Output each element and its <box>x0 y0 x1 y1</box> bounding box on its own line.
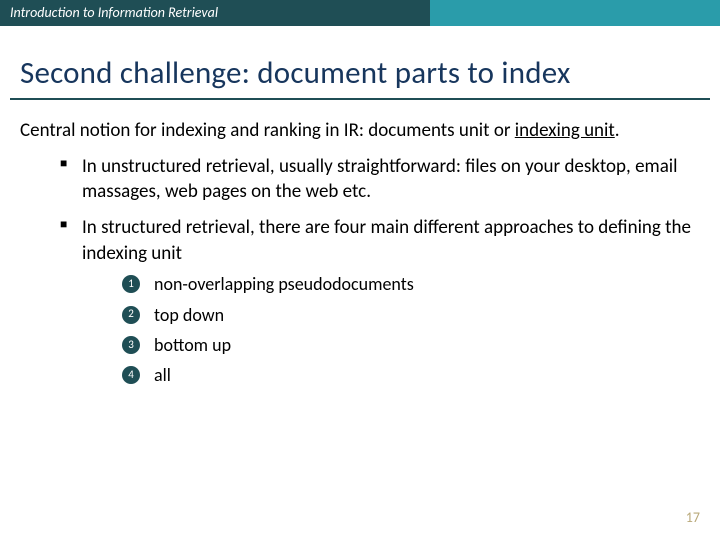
bullet-item: In unstructured retrieval, usually strai… <box>60 154 700 205</box>
course-title: Introduction to Information Retrieval <box>0 0 430 26</box>
list-item-label: top down <box>154 303 224 327</box>
list-item-label: all <box>154 363 171 387</box>
list-item-label: non-overlapping pseudodocuments <box>154 272 414 296</box>
list-item-label: bottom up <box>154 333 231 357</box>
bullet-item: In structured retrieval, there are four … <box>60 215 700 387</box>
top-bar: Introduction to Information Retrieval <box>0 0 720 26</box>
number-badge: 2 <box>122 306 140 324</box>
slide-title: Second challenge: document parts to inde… <box>20 54 700 92</box>
bullet-text: In unstructured retrieval, usually strai… <box>82 155 678 204</box>
intro-paragraph: Central notion for indexing and ranking … <box>20 118 700 144</box>
number-badge: 3 <box>122 336 140 354</box>
intro-pre: Central notion for indexing and ranking … <box>20 119 515 142</box>
top-bar-accent <box>430 0 720 26</box>
numbered-list: 1 non-overlapping pseudodocuments 2 top … <box>122 272 700 387</box>
intro-term: indexing unit <box>515 119 615 142</box>
list-item: 1 non-overlapping pseudodocuments <box>122 272 700 296</box>
list-item: 2 top down <box>122 303 700 327</box>
slide: Introduction to Information Retrieval Se… <box>0 0 720 540</box>
list-item: 4 all <box>122 363 700 387</box>
title-rule <box>10 98 710 100</box>
bullet-text: In structured retrieval, there are four … <box>82 216 691 265</box>
number-badge: 4 <box>122 366 140 384</box>
list-item: 3 bottom up <box>122 333 700 357</box>
number-badge: 1 <box>122 275 140 293</box>
intro-post: . <box>615 119 620 142</box>
slide-content: Central notion for indexing and ranking … <box>20 118 700 387</box>
bullet-list: In unstructured retrieval, usually strai… <box>60 154 700 388</box>
page-number: 17 <box>686 509 700 526</box>
